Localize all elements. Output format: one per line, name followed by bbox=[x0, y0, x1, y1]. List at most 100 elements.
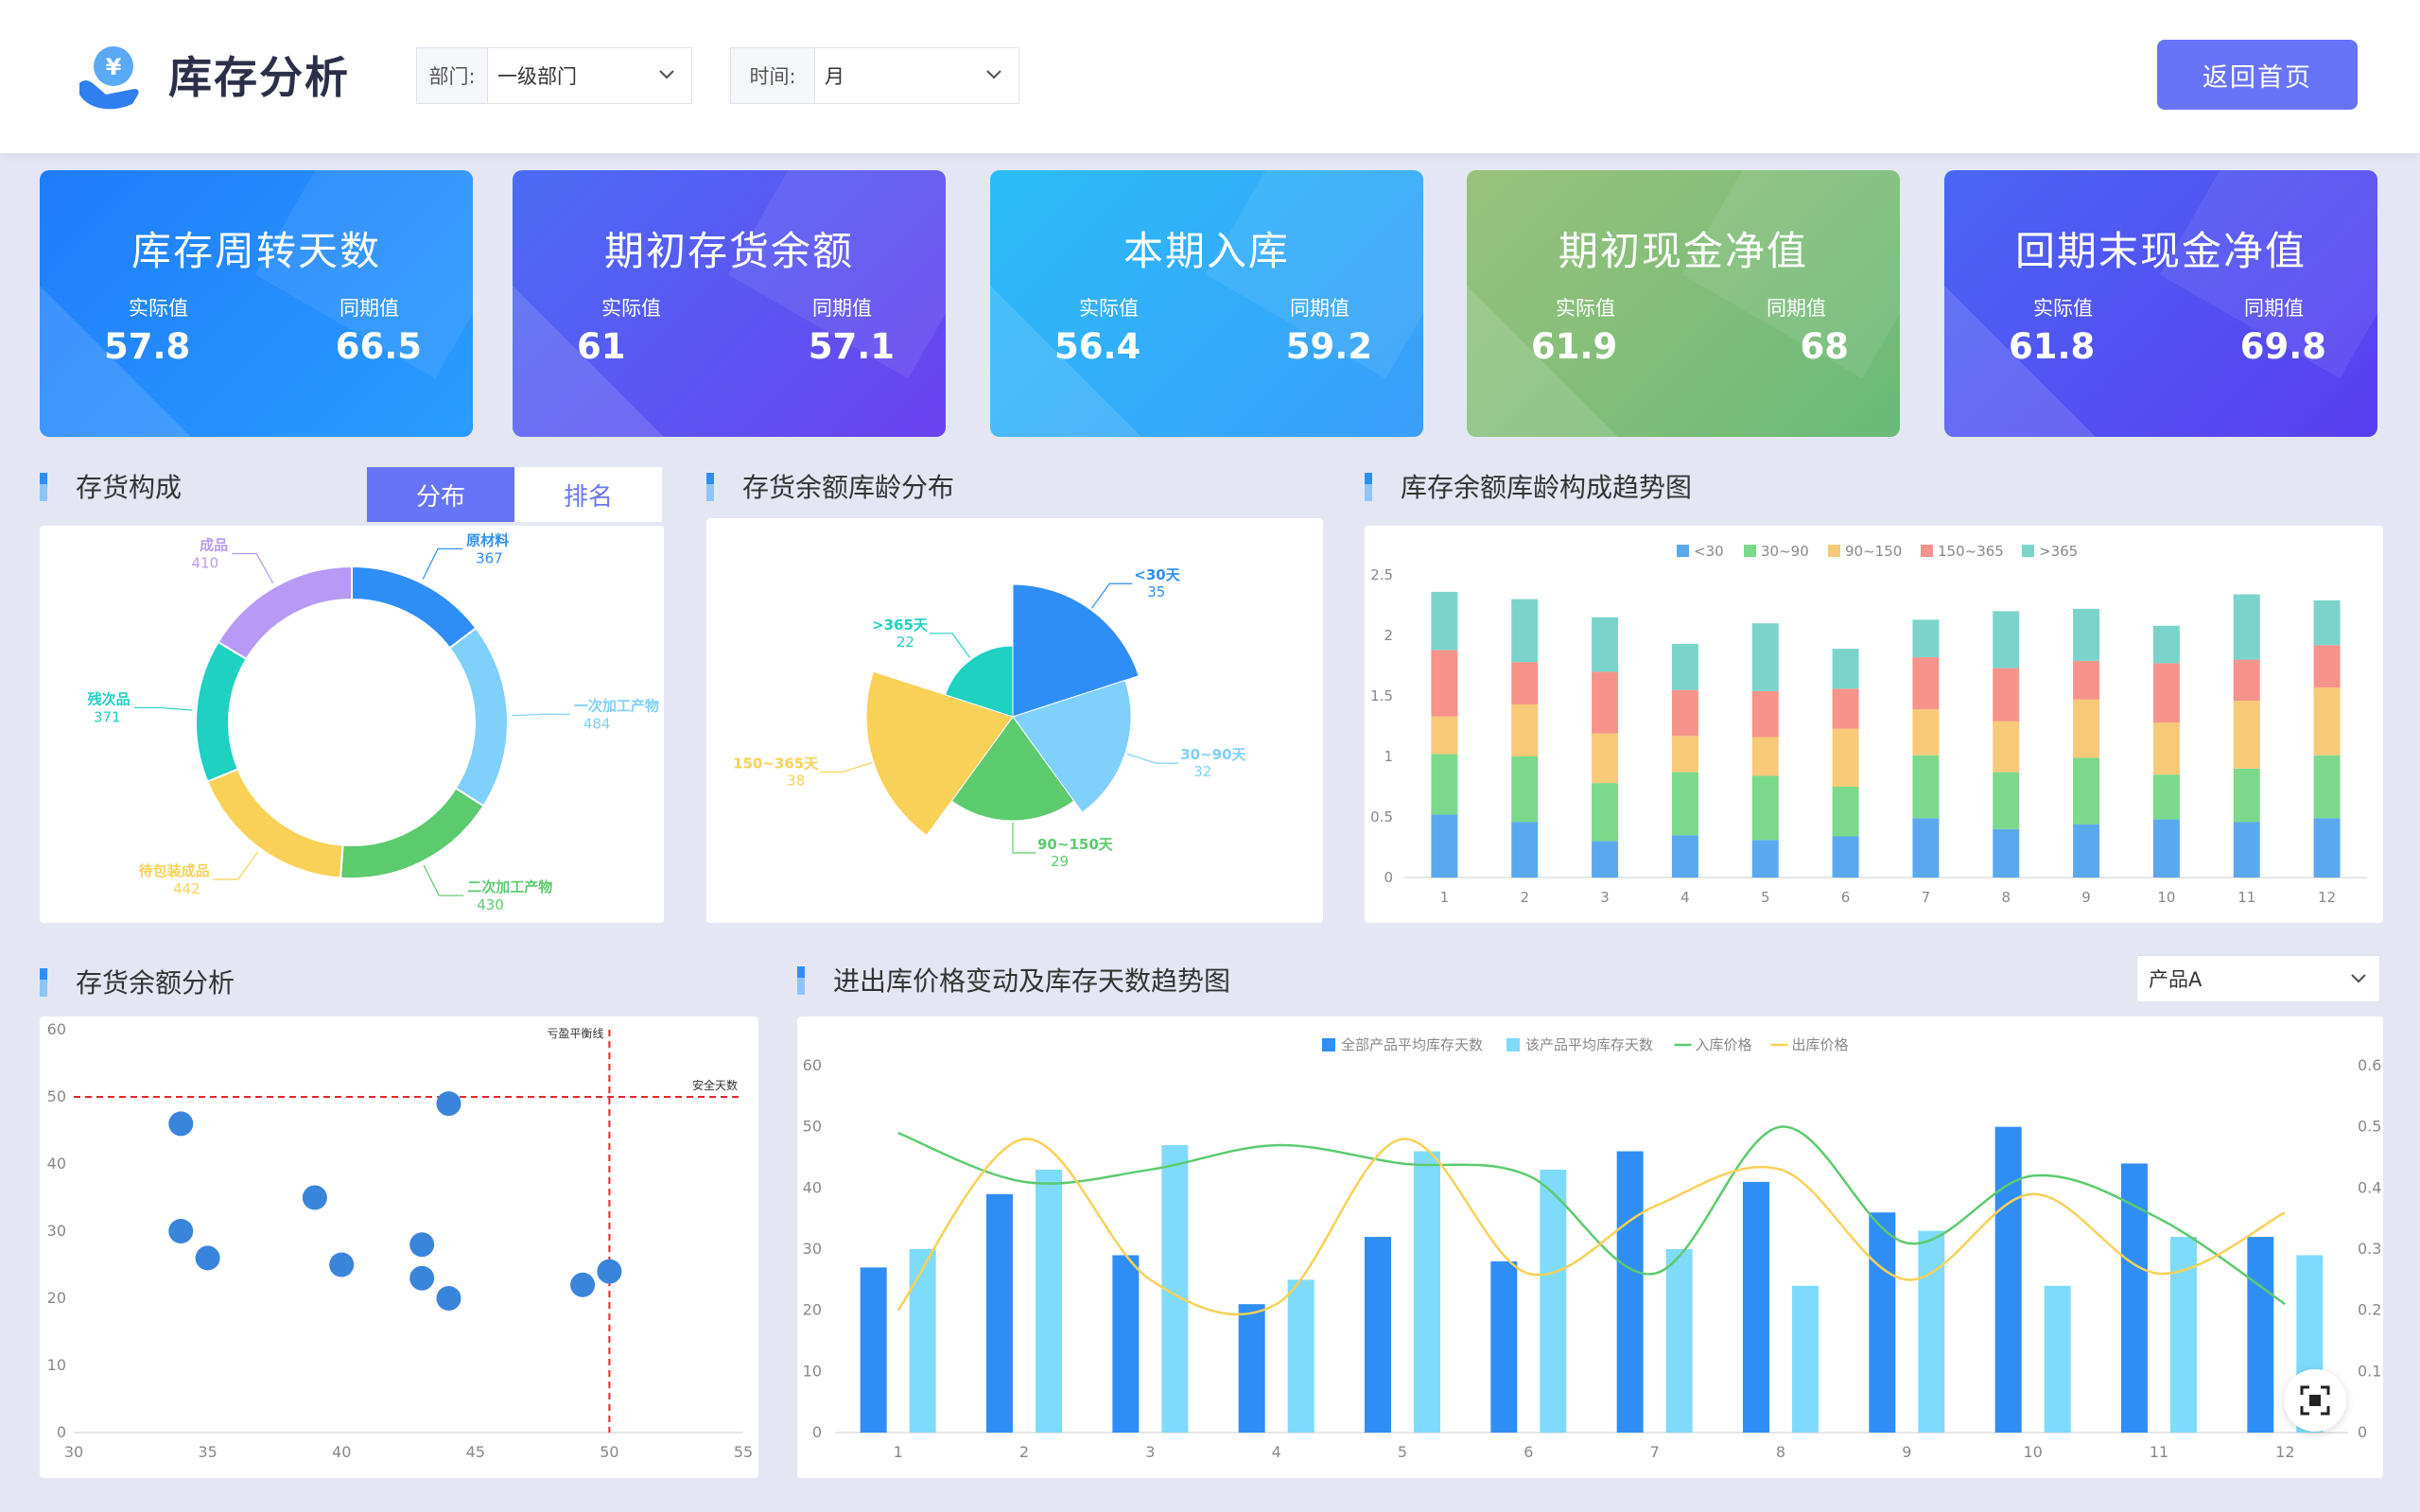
donut-leader-line bbox=[133, 706, 193, 711]
price-combo-chart: 010203040506000.10.20.30.40.50.61 2 3 4 5 6 7 8… bbox=[803, 1036, 2382, 1461]
y-tick-label: 40 bbox=[803, 1178, 822, 1196]
x-tick-label: 12 bbox=[2318, 889, 2336, 906]
x-tick-label: 3 bbox=[1145, 1443, 1155, 1461]
y-tick-label: 0.5 bbox=[1370, 808, 1393, 826]
stacked-bar-segment bbox=[1751, 737, 1779, 776]
combo-bar bbox=[860, 1267, 887, 1433]
kpi-prior-value: 68 bbox=[1800, 326, 1850, 367]
x-tick-label: 4 bbox=[1272, 1443, 1281, 1461]
kpi-title: 期初现金净值 bbox=[1558, 228, 1808, 274]
kpi-card: 本期入库 实际值 56.4 同期值 59.2 bbox=[990, 170, 1423, 437]
stacked-bar-segment bbox=[1912, 709, 1940, 756]
time-select[interactable]: 时间: 月 bbox=[730, 47, 1019, 104]
department-value: 一级部门 bbox=[497, 65, 577, 88]
y-tick-label: 30 bbox=[803, 1240, 822, 1258]
stacked-bar-segment bbox=[1431, 591, 1458, 651]
stacked-bar-segment bbox=[1832, 649, 1859, 689]
x-tick-label: 9 bbox=[1902, 1443, 1911, 1461]
kpi-title: 期初存货余额 bbox=[603, 228, 854, 274]
rose-label: 150~365天 bbox=[733, 755, 819, 772]
legend-swatch bbox=[1828, 545, 1840, 557]
y-tick-label: 10 bbox=[47, 1356, 66, 1374]
y-tick-label: 20 bbox=[47, 1289, 66, 1307]
legend-label: 出库价格 bbox=[1792, 1036, 1849, 1053]
combo-bar bbox=[1238, 1304, 1265, 1433]
x-tick-label: 45 bbox=[466, 1443, 485, 1461]
x-tick-label: 5 bbox=[1761, 889, 1770, 906]
donut-slice bbox=[206, 767, 344, 879]
x-tick-label: 3 bbox=[1600, 889, 1610, 906]
header: ¥ 库存分析 部门: 一级部门 时间: 月 返回首页 bbox=[0, 0, 2420, 153]
kpi-prior-label: 同期值 bbox=[2244, 297, 2304, 320]
kpi-card: 期初现金净值 实际值 61.9 同期值 68 bbox=[1467, 170, 1900, 437]
stacked-bar-segment bbox=[1671, 835, 1698, 878]
stacked-bar-segment bbox=[2073, 608, 2100, 661]
legend-swatch bbox=[1322, 1038, 1335, 1051]
stacked-bar-segment bbox=[1993, 668, 2020, 721]
balance-panel: 0 10 20 30 40 50 60 30 35 40 45 50 55 亏盈平衡线 安全天数 bbox=[40, 1017, 758, 1478]
y-tick-label: 60 bbox=[47, 1020, 66, 1038]
y-tick-label: 10 bbox=[803, 1362, 822, 1380]
legend-label: >365 bbox=[2039, 543, 2078, 560]
department-select[interactable]: 部门: 一级部门 bbox=[416, 47, 692, 104]
stacked-bar-segment bbox=[2313, 645, 2341, 688]
money-hand-logo-icon: ¥ bbox=[79, 46, 139, 110]
y2-tick-label: 0.2 bbox=[2358, 1301, 2381, 1319]
section-title-price: 进出库价格变动及库存天数趋势图 bbox=[797, 963, 1230, 1000]
rose-leader-line bbox=[929, 633, 971, 659]
rose-value: 29 bbox=[1051, 853, 1069, 870]
stacked-bar-segment bbox=[2073, 699, 2100, 758]
donut-label: 待包装成品 bbox=[139, 862, 210, 879]
kpi-prior-label: 同期值 bbox=[339, 297, 399, 320]
rose-value: 22 bbox=[897, 634, 914, 651]
stacked-bar-segment bbox=[1751, 840, 1779, 878]
product-select[interactable]: 产品A bbox=[2136, 955, 2380, 1002]
tab-distribution[interactable]: 分布 bbox=[367, 467, 514, 522]
stacked-bar-segment bbox=[1912, 818, 1940, 878]
combo-bar bbox=[1112, 1255, 1140, 1433]
fullscreen-button[interactable] bbox=[2284, 1369, 2346, 1432]
stacked-bar-segment bbox=[1751, 623, 1779, 691]
kpi-actual-value: 57.8 bbox=[104, 326, 191, 367]
tab-ranking[interactable]: 排名 bbox=[514, 467, 662, 522]
stacked-bar-segment bbox=[1993, 828, 2020, 878]
trend-panel: 0 0.5 1 1.5 2 2.5 1 2 3 4 5 6 7 8 9 10 11 12 <30 30~90 90~15… bbox=[1365, 526, 2383, 923]
stacked-bar-segment bbox=[2073, 660, 2100, 700]
kpi-card: 库存周转天数 实际值 57.8 同期值 66.5 bbox=[40, 170, 473, 437]
rose-leader-line bbox=[820, 761, 872, 773]
legend-swatch bbox=[1744, 545, 1756, 557]
y-tick-label: 0 bbox=[812, 1423, 822, 1441]
stacked-bar-segment bbox=[1993, 772, 2020, 829]
stacked-bar-segment bbox=[1511, 756, 1539, 823]
combo-bar bbox=[1616, 1151, 1644, 1433]
legend-label: 全部产品平均库存天数 bbox=[1341, 1036, 1483, 1053]
y-tick-label: 50 bbox=[47, 1087, 66, 1105]
chevron-down-icon bbox=[659, 70, 674, 79]
kpi-prior-value: 66.5 bbox=[335, 326, 422, 367]
stacked-bar-segment bbox=[1912, 619, 1940, 658]
kpi-actual-label: 实际值 bbox=[129, 297, 188, 320]
rose-leader-line bbox=[1126, 753, 1179, 764]
donut-label: 成品 bbox=[200, 537, 228, 554]
stacked-bar-segment bbox=[2313, 818, 2341, 878]
y-tick-label: 50 bbox=[803, 1118, 822, 1136]
chevron-down-icon bbox=[2351, 974, 2366, 983]
legend-label: 入库价格 bbox=[1696, 1036, 1752, 1053]
section-title-composition: 存货构成 bbox=[40, 469, 182, 507]
kpi-actual-label: 实际值 bbox=[1556, 297, 1615, 320]
stacked-bar-segment bbox=[1592, 783, 1619, 842]
home-button[interactable]: 返回首页 bbox=[2157, 40, 2358, 110]
kpi-prior-label: 同期值 bbox=[1767, 297, 1826, 320]
y-tick-label: 1.5 bbox=[1370, 687, 1393, 704]
stacked-bar-segment bbox=[1751, 775, 1779, 841]
donut-leader-line bbox=[511, 713, 570, 717]
legend-label: 该产品平均库存天数 bbox=[1525, 1036, 1653, 1053]
y2-tick-label: 0.4 bbox=[2358, 1178, 2381, 1196]
kpi-prior-value: 59.2 bbox=[1285, 326, 1372, 367]
donut-slice bbox=[351, 565, 478, 650]
x-tick-label: 2 bbox=[1520, 889, 1529, 906]
safety-days-label: 安全天数 bbox=[692, 1078, 738, 1092]
department-label: 部门: bbox=[417, 48, 488, 103]
legend-swatch bbox=[1506, 1038, 1520, 1051]
legend-swatch bbox=[1677, 545, 1689, 557]
